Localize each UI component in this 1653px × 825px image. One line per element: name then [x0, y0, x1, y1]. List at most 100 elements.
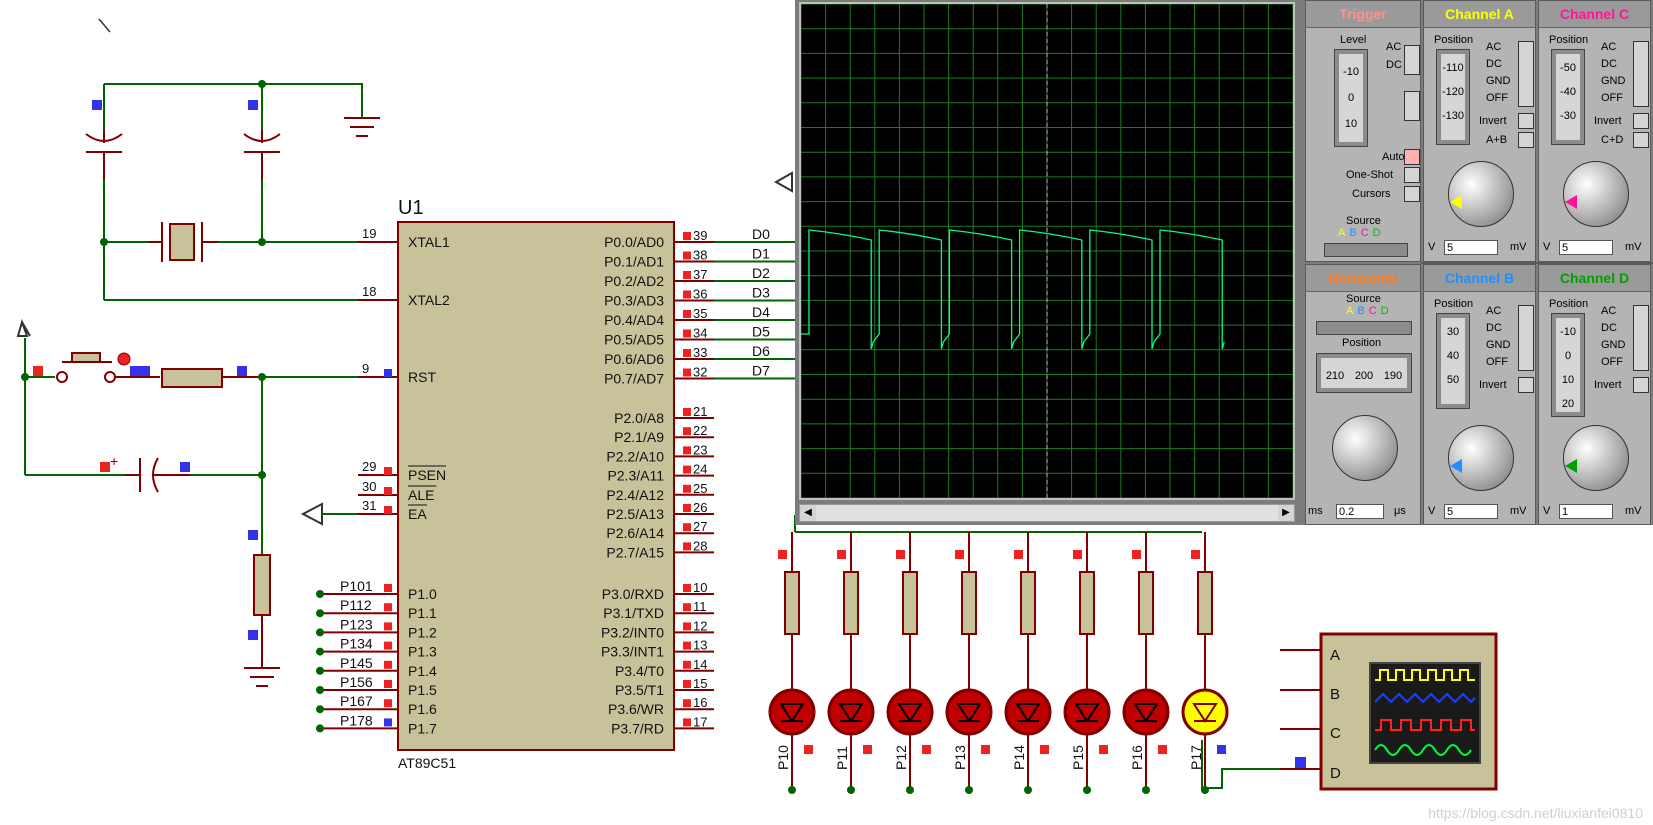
svg-text:D4: D4 — [752, 304, 770, 320]
volts-per-div-knob[interactable] — [1563, 425, 1629, 491]
svg-text:15: 15 — [693, 676, 707, 691]
auto-toggle[interactable] — [1404, 149, 1420, 165]
led-p15[interactable]: P15 — [1063, 532, 1111, 794]
coupling-switch[interactable] — [1518, 41, 1534, 107]
timebase-knob[interactable] — [1332, 415, 1398, 481]
coupling-off-label: OFF — [1601, 356, 1623, 368]
channel-position-label: Position — [1549, 34, 1589, 46]
horizontal-title: Horizontal — [1306, 265, 1420, 292]
knob-pointer-icon — [1565, 459, 1577, 473]
channel-position-slider[interactable]: -110 -120 -130 — [1436, 49, 1470, 145]
scroll-right-icon[interactable]: ▶ — [1278, 505, 1294, 521]
led-p12[interactable]: P12 — [886, 532, 934, 794]
led-p16[interactable]: P16 — [1122, 532, 1170, 794]
coupling-switch[interactable] — [1633, 41, 1649, 107]
combine-label: C+D — [1601, 134, 1624, 146]
volts-value[interactable]: 5 — [1559, 240, 1613, 255]
trigger-edge-switch[interactable] — [1404, 91, 1420, 121]
unit-right: mV — [1625, 505, 1642, 517]
led-p14[interactable]: P14 — [1004, 532, 1052, 794]
trigger-title: Trigger — [1306, 1, 1420, 28]
channel-position-slider[interactable]: -50 -40 -30 — [1551, 49, 1585, 145]
trigger-source-channels: ABCD — [1338, 227, 1385, 239]
coupling-ac-label: AC — [1601, 41, 1617, 53]
svg-text:P2.6/A14: P2.6/A14 — [606, 525, 664, 541]
svg-text:P2.5/A13: P2.5/A13 — [606, 506, 664, 522]
svg-text:D6: D6 — [752, 343, 770, 359]
volts-value[interactable]: 1 — [1559, 504, 1613, 519]
volts-value[interactable]: 5 — [1444, 240, 1498, 255]
svg-text:P3.3/INT1: P3.3/INT1 — [601, 644, 664, 660]
trigger-source-label: Source — [1346, 215, 1381, 227]
mcu-at89c51[interactable]: U1 AT89C51 19 XTAL1 18 XTAL2 9 RST 29 PSEN 30 ALE… — [316, 197, 795, 771]
oscilloscope-window[interactable]: ◀ ▶ Trigger Level -10 0 10 AC DC Auto On… — [795, 0, 1653, 525]
svg-text:P10: P10 — [775, 745, 791, 770]
channel-position-slider[interactable]: 30 40 50 — [1436, 313, 1470, 409]
coupling-off-label: OFF — [1486, 356, 1508, 368]
scroll-left-icon[interactable]: ◀ — [800, 505, 816, 521]
invert-label: Invert — [1594, 379, 1622, 391]
svg-text:P0.6/AD6: P0.6/AD6 — [604, 351, 664, 367]
cursors-toggle[interactable] — [1404, 186, 1420, 202]
trigger-level-slider[interactable]: -10 0 10 — [1334, 49, 1368, 147]
unit-right: mV — [1625, 241, 1642, 253]
coupling-off-label: OFF — [1601, 92, 1623, 104]
svg-text:P11: P11 — [834, 746, 850, 770]
svg-text:P145: P145 — [340, 655, 373, 671]
combine-toggle[interactable] — [1633, 132, 1649, 148]
logic-probe[interactable]: A B C D — [1201, 632, 1498, 791]
svg-text:33: 33 — [693, 345, 707, 360]
trigger-mode-auto: Auto — [1382, 151, 1405, 163]
svg-text:P3.5/T1: P3.5/T1 — [615, 682, 664, 698]
svg-text:XTAL1: XTAL1 — [408, 234, 450, 250]
coupling-gnd-label: GND — [1601, 339, 1626, 351]
invert-toggle[interactable] — [1633, 113, 1649, 129]
volts-per-div-knob[interactable] — [1448, 425, 1514, 491]
led-p11[interactable]: P11 — [827, 532, 875, 794]
channel-position-slider[interactable]: -10 0 10 20 — [1551, 313, 1585, 417]
combine-toggle[interactable] — [1518, 132, 1534, 148]
oscillator-network[interactable] — [85, 80, 398, 301]
svg-text:P2.7/A15: P2.7/A15 — [606, 544, 664, 560]
trigger-source-slider[interactable] — [1324, 243, 1408, 257]
svg-text:P1.0: P1.0 — [408, 586, 437, 602]
svg-text:P134: P134 — [340, 636, 373, 652]
invert-label: Invert — [1479, 379, 1507, 391]
coupling-switch[interactable] — [1518, 305, 1534, 371]
led-array[interactable]: P10 P11 P12 P13 P14 P15 P16 P17 — [768, 515, 1229, 794]
horizontal-source-slider[interactable] — [1316, 321, 1412, 335]
svg-text:P13: P13 — [952, 745, 968, 770]
trigger-coupling-switch[interactable] — [1404, 45, 1420, 75]
svg-text:22: 22 — [693, 423, 707, 438]
svg-text:32: 32 — [693, 365, 707, 380]
led-p13[interactable]: P13 — [945, 532, 993, 794]
svg-text:D3: D3 — [752, 285, 770, 301]
coupling-switch[interactable] — [1633, 305, 1649, 371]
svg-text:P123: P123 — [340, 616, 373, 632]
volts-value[interactable]: 5 — [1444, 504, 1498, 519]
databus-terminal[interactable] — [773, 171, 793, 193]
channel-position-label: Position — [1434, 298, 1474, 310]
timebase-value[interactable]: 0.2 — [1336, 504, 1384, 519]
trigger-mode-cursors: Cursors — [1352, 188, 1391, 200]
mcu-ref: U1 — [398, 197, 424, 219]
horizontal-source-channels: ABCD — [1346, 305, 1393, 317]
one-shot-toggle[interactable] — [1404, 167, 1420, 183]
ea-terminal[interactable] — [300, 502, 358, 526]
invert-toggle[interactable] — [1633, 377, 1649, 393]
invert-toggle[interactable] — [1518, 377, 1534, 393]
mcu-part-name: AT89C51 — [398, 755, 456, 771]
led-p10[interactable]: P10 — [768, 532, 816, 794]
volts-per-div-knob[interactable] — [1448, 161, 1514, 227]
svg-text:19: 19 — [362, 226, 376, 241]
led-p17[interactable]: P17 — [1181, 532, 1229, 794]
svg-text:26: 26 — [693, 500, 707, 515]
scope-horizontal-scrollbar[interactable]: ◀ ▶ — [799, 504, 1295, 522]
channel-a-panel: Channel A Position -110 -120 -130 AC DC GND OFF I… — [1423, 0, 1536, 262]
horizontal-position-slider[interactable]: 210 200 190 — [1316, 353, 1412, 393]
invert-toggle[interactable] — [1518, 113, 1534, 129]
svg-text:18: 18 — [362, 284, 376, 299]
coupling-dc-label: DC — [1486, 322, 1502, 334]
svg-text:9: 9 — [362, 361, 369, 376]
volts-per-div-knob[interactable] — [1563, 161, 1629, 227]
